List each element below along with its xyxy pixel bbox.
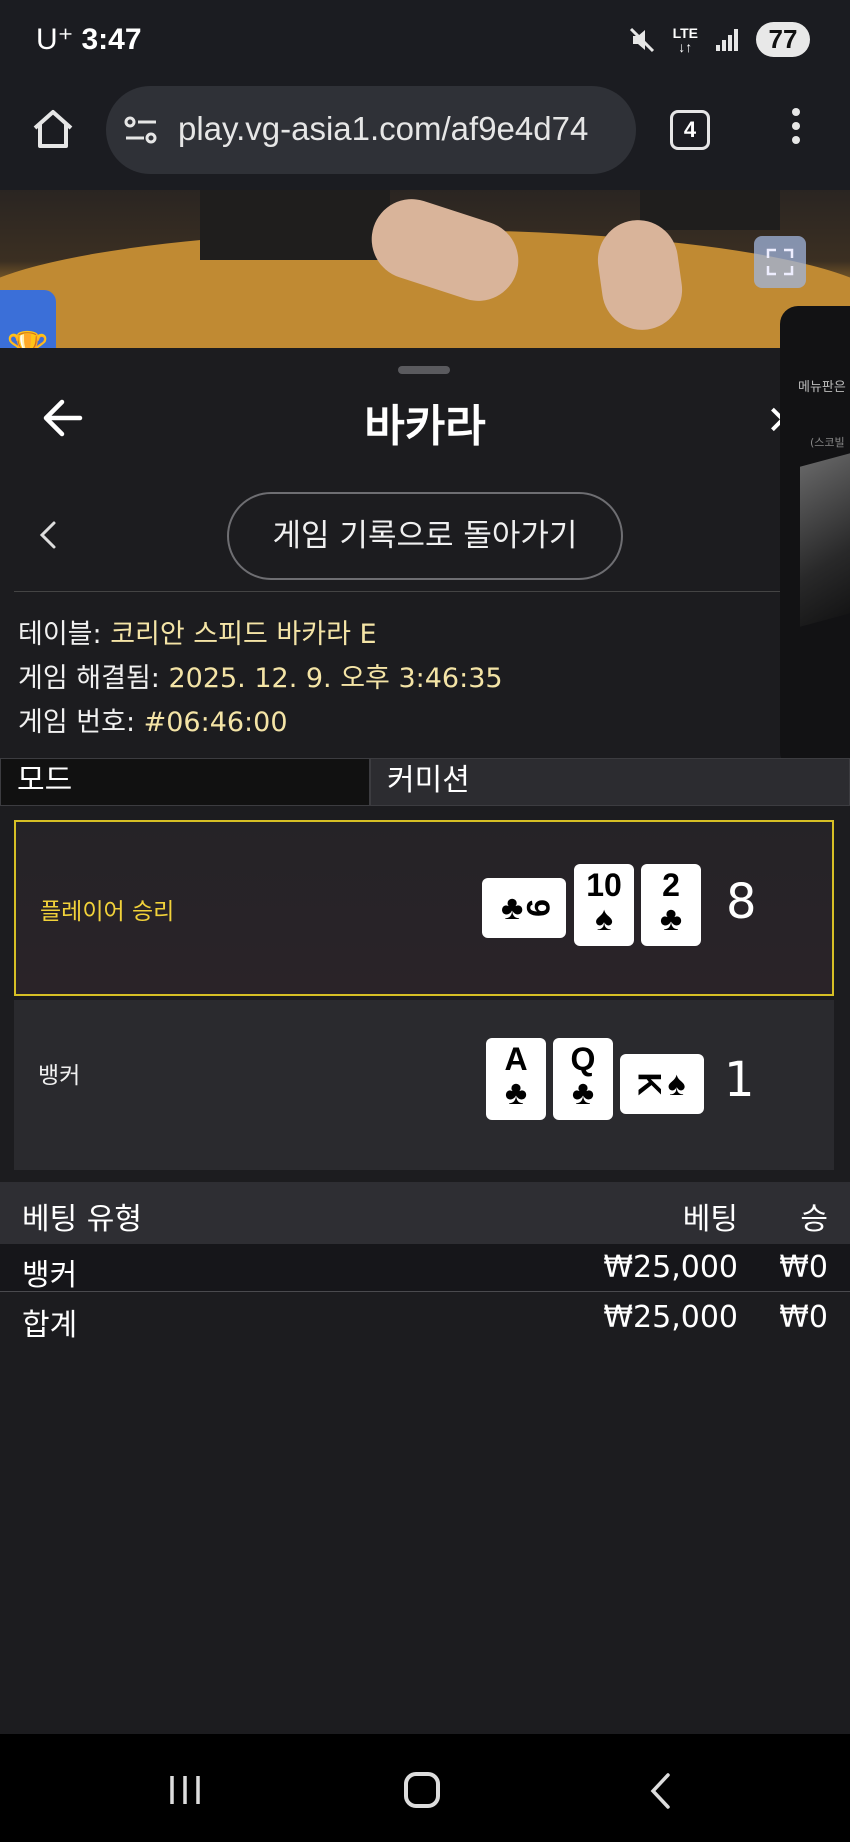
player-score: 8 (726, 874, 757, 930)
card-rank: K (631, 1072, 668, 1096)
player-result-row: 플레이어 승리 ♣ 9 10 ♠ 2 ♣ 8 (14, 820, 834, 996)
side-panel-title: 메뉴판은 (798, 380, 846, 395)
status-bar: U⁺ 3:47 LTE ↓↑ 77 (0, 0, 850, 80)
site-settings-icon[interactable] (124, 114, 158, 146)
table-row-total: 합계 ₩25,000 ₩0 (0, 1294, 850, 1343)
card-rank: 9 (520, 899, 557, 917)
win-amount: ₩0 (779, 1250, 828, 1285)
table-label: 테이블: (18, 619, 111, 650)
home-nav-icon[interactable] (404, 1772, 440, 1808)
game-number-value: #06:46:00 (143, 707, 288, 738)
chevron-left-icon[interactable] (36, 520, 60, 550)
status-icons: LTE ↓↑ 77 (627, 22, 810, 57)
carrier-label: U⁺ (36, 23, 74, 56)
sheet-drag-handle[interactable] (398, 366, 450, 374)
resolved-info: 게임 해결됨: 2025. 12. 9. 오후 3:46:35 (18, 656, 503, 695)
win-amount-header: 승 (800, 1202, 828, 1237)
card-rank: Q (570, 1041, 596, 1077)
side-panel-image (800, 445, 850, 627)
bet-type: 합계 (22, 1308, 78, 1343)
bet-amount: ₩25,000 (603, 1300, 738, 1335)
playing-card: A ♣ (486, 1038, 546, 1120)
banker-result-label: 뱅커 (38, 1063, 81, 1089)
browser-menu-icon[interactable] (784, 108, 808, 152)
game-number-info: 게임 번호: #06:46:00 (18, 700, 288, 739)
card-suit: ♠ (594, 900, 614, 938)
commission-header: 커미션 (370, 758, 850, 806)
card-rank: 10 (586, 867, 622, 903)
playing-card: Q ♣ (553, 1038, 613, 1120)
resolved-value: 2025. 12. 9. 오후 3:46:35 (168, 663, 503, 694)
playing-card: 2 ♣ (641, 864, 701, 946)
address-bar[interactable]: play.vg-asia1.com/af9e4d74 (106, 86, 636, 174)
card-suit: ♣ (571, 1074, 595, 1112)
status-left: U⁺ 3:47 (36, 22, 142, 57)
card-rank: A (504, 1041, 528, 1077)
home-icon[interactable] (30, 106, 76, 152)
bet-amount: ₩25,000 (603, 1250, 738, 1285)
player-result-label: 플레이어 승리 (40, 899, 175, 925)
dealer-sleeve (640, 190, 780, 230)
page-title: 바카라 (364, 401, 486, 452)
divider (14, 591, 780, 592)
banker-result-row: 뱅커 A ♣ Q ♣ K ♠ 1 (14, 1000, 834, 1170)
network-type: LTE (672, 24, 698, 41)
back-nav-icon[interactable] (648, 1772, 672, 1810)
recent-apps-icon[interactable] (168, 1774, 202, 1806)
mode-header: 모드 (0, 758, 370, 806)
resolved-label: 게임 해결됨: (18, 663, 169, 694)
side-promo-panel[interactable]: 메뉴판은 (스코빌 (780, 306, 850, 770)
fullscreen-icon[interactable] (754, 236, 806, 288)
playing-card: 10 ♠ (574, 864, 634, 946)
network-indicator: LTE ↓↑ (673, 26, 698, 54)
bet-type: 뱅커 (22, 1258, 78, 1293)
card-suit: ♠ (667, 1065, 686, 1103)
return-to-history-button[interactable]: 게임 기록으로 돌아가기 (227, 492, 623, 580)
mode-row: 모드 커미션 (0, 758, 850, 806)
signal-icon (716, 28, 738, 51)
banker-score: 1 (724, 1052, 755, 1108)
live-video-stream (0, 190, 850, 348)
win-amount: ₩0 (779, 1300, 828, 1335)
playing-card: K ♠ (620, 1054, 704, 1114)
battery-indicator: 77 (756, 22, 810, 57)
card-suit: ♣ (504, 1074, 528, 1112)
table-row: 뱅커 ₩25,000 ₩0 (0, 1244, 850, 1293)
bet-amount-header: 베팅 (682, 1202, 738, 1237)
game-number-label: 게임 번호: (18, 707, 144, 738)
table-info: 테이블: 코리안 스피드 바카라 E (18, 612, 377, 651)
url-text: play.vg-asia1.com/af9e4d74 (178, 110, 589, 147)
system-nav-bar (0, 1734, 850, 1842)
side-panel-caption: (스코빌 (810, 436, 845, 449)
clock: 3:47 (81, 23, 142, 56)
tab-switcher-button[interactable]: 4 (670, 110, 710, 150)
data-arrows-icon: ↓↑ (678, 38, 693, 55)
dealer-sleeve (200, 190, 390, 260)
bet-type-header: 베팅 유형 (22, 1202, 142, 1237)
bet-table-header: 베팅 유형 베팅 승 (0, 1182, 850, 1244)
playing-card: ♣ 9 (482, 878, 566, 938)
mute-icon (629, 27, 654, 52)
card-rank: 2 (662, 867, 680, 903)
card-suit: ♣ (659, 900, 683, 938)
table-value: 코리안 스피드 바카라 E (110, 619, 377, 650)
browser-toolbar: play.vg-asia1.com/af9e4d74 4 (0, 80, 850, 190)
